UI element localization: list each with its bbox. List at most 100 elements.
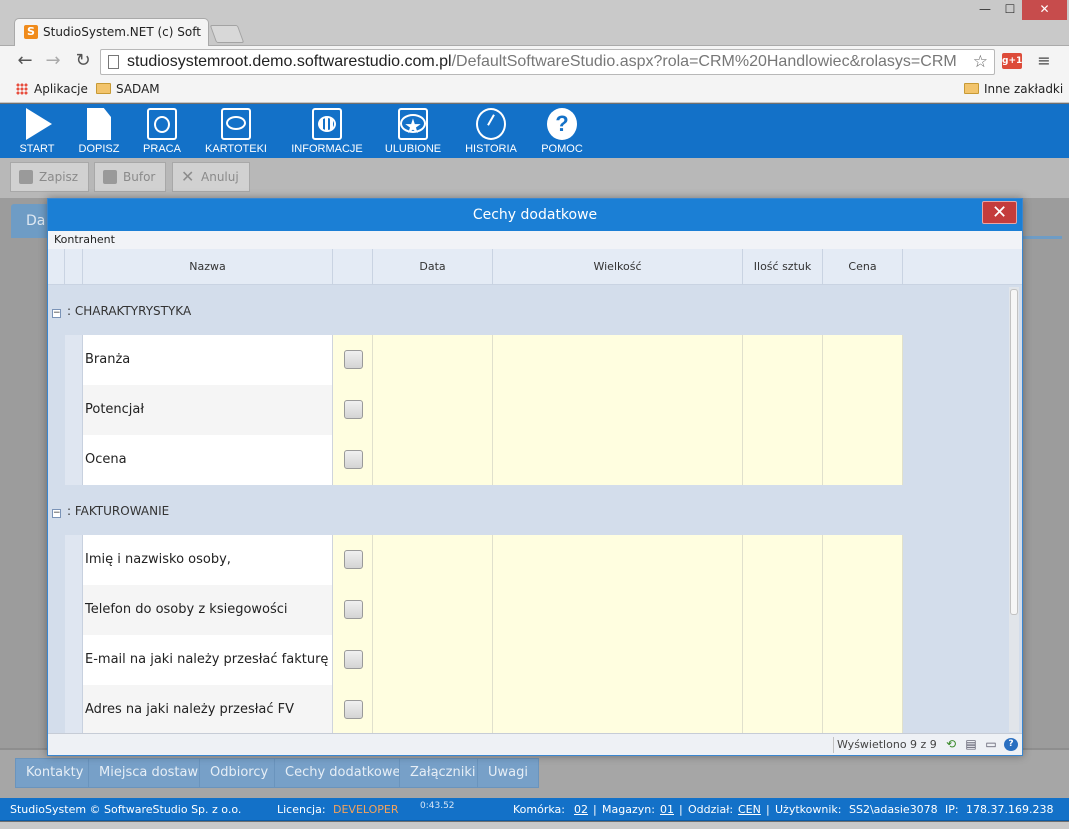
tab-odbiorcy[interactable]: Odbiorcy bbox=[199, 758, 280, 788]
tab-kontakty[interactable]: Kontakty bbox=[15, 758, 95, 788]
qty-cell[interactable] bbox=[743, 685, 823, 733]
ribbon-start-label: START bbox=[19, 143, 55, 155]
price-cell[interactable] bbox=[823, 585, 903, 635]
ribbon-pomoc-button[interactable]: ? POMOC bbox=[538, 108, 586, 158]
group-header[interactable]: −: FAKTUROWANIE bbox=[52, 501, 169, 521]
reload-icon[interactable]: ↻ bbox=[72, 50, 94, 72]
tab-uwagi[interactable]: Uwagi bbox=[477, 758, 539, 788]
status-branch-value[interactable]: CEN bbox=[738, 798, 761, 821]
table-row[interactable]: Potencjał bbox=[65, 385, 903, 435]
tab-zalaczniki[interactable]: Załączniki bbox=[399, 758, 487, 788]
bookmark-apps[interactable]: Aplikacje bbox=[16, 82, 88, 96]
column-header-name[interactable]: Nazwa bbox=[83, 249, 333, 285]
table-row[interactable]: Imię i nazwisko osoby, bbox=[65, 535, 903, 585]
table-row[interactable]: E-mail na jaki należy przesłać fakturę bbox=[65, 635, 903, 685]
column-header-price[interactable]: Cena bbox=[823, 249, 903, 285]
google-plus-icon[interactable]: g+1 bbox=[1002, 53, 1022, 69]
minimize-icon[interactable]: — bbox=[972, 0, 998, 20]
date-cell[interactable] bbox=[373, 535, 493, 585]
browser-tab[interactable]: S StudioSystem.NET (c) Soft bbox=[14, 18, 209, 46]
refresh-icon[interactable]: ⟲ bbox=[944, 738, 958, 751]
tab-cechy-dodatkowe[interactable]: Cechy dodatkowe bbox=[274, 758, 412, 788]
save-button[interactable]: Zapisz bbox=[10, 162, 90, 192]
ribbon-kartoteki-button[interactable]: KARTOTEKI bbox=[200, 108, 272, 158]
column-header-date[interactable]: Data bbox=[373, 249, 493, 285]
row-checkbox[interactable] bbox=[344, 350, 363, 369]
bookmarks-bar: Aplikacje SADAM Inne zakładki bbox=[0, 77, 1069, 103]
size-cell[interactable] bbox=[493, 335, 743, 385]
date-cell[interactable] bbox=[373, 385, 493, 435]
tab-miejsca-dostaw[interactable]: Miejsca dostaw bbox=[88, 758, 210, 788]
size-cell[interactable] bbox=[493, 635, 743, 685]
background-tab[interactable]: Da bbox=[11, 204, 51, 238]
row-checkbox[interactable] bbox=[344, 550, 363, 569]
price-cell[interactable] bbox=[823, 335, 903, 385]
qty-cell[interactable] bbox=[743, 435, 823, 485]
dialog-close-button[interactable]: ✕ bbox=[982, 201, 1017, 224]
size-cell[interactable] bbox=[493, 435, 743, 485]
qty-cell[interactable] bbox=[743, 335, 823, 385]
bookmark-other[interactable]: Inne zakładki bbox=[964, 82, 1063, 96]
column-header-size[interactable]: Wielkość bbox=[493, 249, 743, 285]
collapse-icon[interactable]: − bbox=[52, 309, 61, 318]
size-cell[interactable] bbox=[493, 585, 743, 635]
column-header-qty[interactable]: Ilość sztuk bbox=[743, 249, 823, 285]
ribbon-dopisz-button[interactable]: DOPISZ bbox=[74, 108, 124, 158]
help-icon[interactable]: ? bbox=[1004, 738, 1018, 751]
qty-cell[interactable] bbox=[743, 635, 823, 685]
print-icon[interactable]: ▭ bbox=[984, 738, 998, 751]
date-cell[interactable] bbox=[373, 685, 493, 733]
cancel-button[interactable]: ✕ Anuluj bbox=[172, 162, 250, 192]
maximize-icon[interactable]: ☐ bbox=[998, 0, 1022, 20]
ribbon-start-button[interactable]: START bbox=[16, 108, 58, 158]
size-cell[interactable] bbox=[493, 535, 743, 585]
address-bar[interactable]: studiosystemroot.demo.softwarestudio.com… bbox=[100, 49, 995, 75]
qty-cell[interactable] bbox=[743, 585, 823, 635]
size-cell[interactable] bbox=[493, 685, 743, 733]
price-cell[interactable] bbox=[823, 435, 903, 485]
back-arrow-icon[interactable]: ← bbox=[14, 50, 36, 72]
status-cell-value[interactable]: 02 bbox=[574, 798, 588, 821]
collapse-icon[interactable]: − bbox=[52, 509, 61, 518]
ribbon-informacje-button[interactable]: INFORMACJE bbox=[288, 108, 366, 158]
date-cell[interactable] bbox=[373, 635, 493, 685]
row-checkbox[interactable] bbox=[344, 650, 363, 669]
date-cell[interactable] bbox=[373, 435, 493, 485]
group-header[interactable]: −: CHARAKTYRYSTYKA bbox=[52, 301, 191, 321]
column-header-flag[interactable] bbox=[333, 249, 373, 285]
hamburger-menu-icon[interactable]: ≡ bbox=[1036, 52, 1052, 70]
buffer-button[interactable]: Bufor bbox=[94, 162, 167, 192]
status-warehouse-value[interactable]: 01 bbox=[660, 798, 674, 821]
table-row[interactable]: Telefon do osoby z ksiegowości bbox=[65, 585, 903, 635]
row-checkbox[interactable] bbox=[344, 600, 363, 619]
row-checkbox[interactable] bbox=[344, 450, 363, 469]
grid-scrollbar[interactable] bbox=[1009, 287, 1019, 732]
row-checkbox[interactable] bbox=[344, 400, 363, 419]
bookmark-sadam[interactable]: SADAM bbox=[96, 82, 160, 96]
forward-arrow-icon[interactable]: → bbox=[42, 50, 64, 72]
size-cell[interactable] bbox=[493, 385, 743, 435]
export-icon[interactable]: ▤ bbox=[964, 738, 978, 751]
scrollbar-thumb[interactable] bbox=[1010, 289, 1018, 615]
row-stub bbox=[65, 435, 83, 485]
table-row[interactable]: Branża bbox=[65, 335, 903, 385]
price-cell[interactable] bbox=[823, 535, 903, 585]
date-cell[interactable] bbox=[373, 585, 493, 635]
price-cell[interactable] bbox=[823, 685, 903, 733]
price-cell[interactable] bbox=[823, 385, 903, 435]
ribbon-praca-button[interactable]: PRACA bbox=[140, 108, 184, 158]
bookmark-other-label: Inne zakładki bbox=[984, 82, 1064, 96]
window-close-icon[interactable]: ✕ bbox=[1022, 0, 1067, 20]
bookmark-star-icon[interactable]: ☆ bbox=[973, 50, 988, 74]
qty-cell[interactable] bbox=[743, 385, 823, 435]
ribbon-ulubione-button[interactable]: ★ ULUBIONE bbox=[382, 108, 444, 158]
new-tab-button[interactable] bbox=[209, 25, 245, 43]
ribbon-historia-button[interactable]: HISTORIA bbox=[460, 108, 522, 158]
qty-cell[interactable] bbox=[743, 535, 823, 585]
table-row[interactable]: Adres na jaki należy przesłać FV bbox=[65, 685, 903, 733]
price-cell[interactable] bbox=[823, 635, 903, 685]
date-cell[interactable] bbox=[373, 335, 493, 385]
row-checkbox[interactable] bbox=[344, 700, 363, 719]
table-row[interactable]: Ocena bbox=[65, 435, 903, 485]
row-name: Branża bbox=[83, 335, 333, 385]
